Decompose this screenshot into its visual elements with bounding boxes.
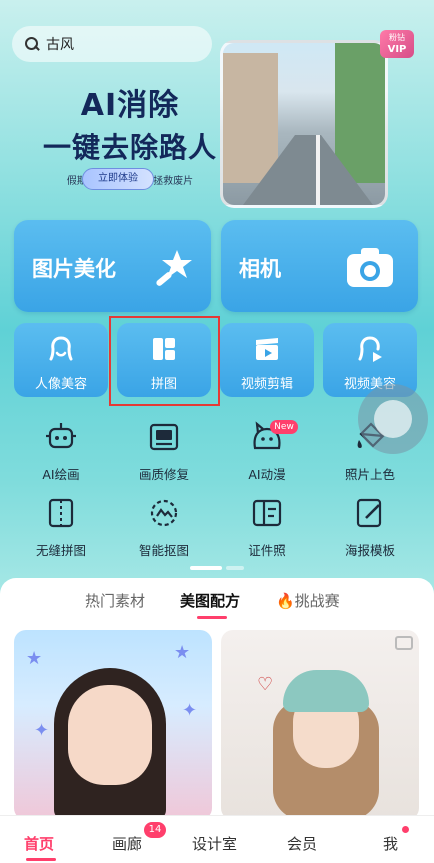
tool-ai-painting[interactable]: AI绘画 <box>14 420 108 483</box>
try-now-button[interactable]: 立即体验 <box>82 168 154 190</box>
camera-label: 相机 <box>239 257 281 281</box>
search-input[interactable]: 古风 <box>46 34 74 54</box>
tool-label: AI绘画 <box>42 467 80 482</box>
star-sticker-icon: ✦ <box>34 720 50 741</box>
tool-label: 智能抠图 <box>138 543 189 558</box>
gallery-count-badge: 14 <box>144 822 166 838</box>
tab-hot-materials[interactable]: 热门素材 <box>85 590 145 611</box>
page-indicator <box>190 566 244 570</box>
nav-home[interactable]: 首页 <box>24 833 54 854</box>
feed-card[interactable]: ♡ <box>221 630 419 820</box>
tool-ai-anime[interactable]: AI动漫 <box>220 420 314 483</box>
tool-label: 海报模板 <box>344 543 395 558</box>
tool-smart-cutout[interactable]: 智能抠图 <box>117 496 211 559</box>
seamless-collage-icon <box>48 498 74 528</box>
tool-label: 画质修复 <box>138 467 189 482</box>
robot-icon <box>46 423 76 449</box>
vip-badge[interactable]: 粉钻 VIP <box>380 30 414 58</box>
photo-beautify-label: 图片美化 <box>32 257 116 281</box>
clapperboard-icon <box>256 338 278 360</box>
star-sticker-icon: ✦ <box>182 700 198 721</box>
camera-icon <box>347 248 393 287</box>
tool-label: 无缝拼图 <box>35 543 86 558</box>
banner-subtitle-main: 一键去除路人 <box>42 131 217 164</box>
gallery-icon <box>395 636 413 650</box>
new-badge: New <box>270 420 298 434</box>
search-icon <box>24 36 40 52</box>
search-bar[interactable]: 古风 <box>12 26 212 62</box>
nav-gallery[interactable]: 画廊 <box>112 833 142 854</box>
tool-id-photo[interactable]: 证件照 <box>220 496 314 559</box>
id-photo-icon <box>252 499 282 527</box>
active-tab-indicator <box>197 616 227 619</box>
portrait-beauty-card[interactable]: 人像美容 <box>14 323 108 397</box>
nav-active-indicator <box>26 858 56 861</box>
nav-membership[interactable]: 会员 <box>287 833 317 854</box>
tool-seamless-collage[interactable]: 无缝拼图 <box>14 496 108 559</box>
magic-wand-icon <box>156 250 192 286</box>
notification-dot <box>402 826 409 833</box>
heart-doodle-icon: ♡ <box>257 674 274 695</box>
photo-beautify-card[interactable]: 图片美化 <box>14 220 211 312</box>
tab-recipes[interactable]: 美图配方 <box>180 590 240 611</box>
nav-design-studio[interactable]: 设计室 <box>192 833 237 854</box>
portrait-beauty-label: 人像美容 <box>34 377 87 392</box>
floating-assistive-button[interactable] <box>358 384 428 454</box>
bottom-nav: 首页 画廊 设计室 会员 我 <box>0 815 434 863</box>
video-face-icon <box>358 336 382 362</box>
banner-title: AI消除 <box>80 88 180 123</box>
face-outline-icon <box>49 336 73 361</box>
feed-card[interactable]: ★ ★ ✦ ✦ <box>14 630 212 820</box>
tool-label: AI动漫 <box>248 467 286 482</box>
banner-photo[interactable] <box>220 40 388 208</box>
video-edit-label: 视频剪辑 <box>240 377 293 392</box>
nav-me[interactable]: 我 <box>383 833 398 854</box>
tool-label: 照片上色 <box>344 467 395 482</box>
video-edit-card[interactable]: 视频剪辑 <box>220 323 314 397</box>
collage-highlight-box <box>109 316 220 406</box>
star-sticker-icon: ★ <box>26 648 43 669</box>
tab-challenge[interactable]: 🔥挑战赛 <box>276 590 340 611</box>
tool-poster-template[interactable]: 海报模板 <box>323 496 417 559</box>
hd-icon <box>149 423 179 451</box>
tool-label: 证件照 <box>248 543 286 558</box>
camera-card[interactable]: 相机 <box>221 220 418 312</box>
poster-edit-icon <box>356 498 382 528</box>
tool-quality-repair[interactable]: 画质修复 <box>117 420 211 483</box>
star-sticker-icon: ★ <box>174 642 191 663</box>
cutout-icon <box>150 499 178 527</box>
